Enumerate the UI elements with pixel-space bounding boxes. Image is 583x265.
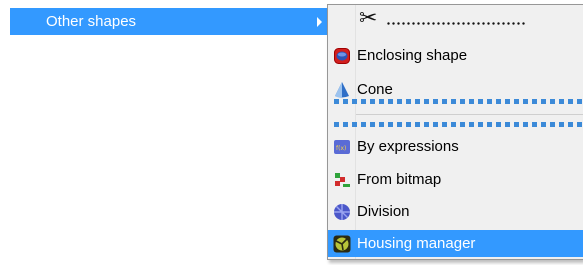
cone-icon xyxy=(335,82,349,98)
menu-item-label: By expressions xyxy=(357,138,459,155)
menu-item-other-shapes[interactable]: Other shapes xyxy=(10,8,327,35)
other-shapes-submenu: ✂ Enclosing shape Cone f(x) By expressio… xyxy=(327,4,583,260)
tearoff-bar[interactable]: ✂ xyxy=(328,5,583,35)
menu-item-housing-manager[interactable]: Housing manager xyxy=(328,230,583,257)
menu-item-by-expressions[interactable]: f(x) By expressions xyxy=(328,133,583,160)
bitmap-icon xyxy=(335,173,350,187)
menu-item-label: Enclosing shape xyxy=(357,47,468,64)
submenu-arrow-icon xyxy=(317,17,322,27)
menu-item-division[interactable]: Division xyxy=(328,198,583,225)
enclosing-shape-icon xyxy=(334,48,350,64)
torn-edge-bottom xyxy=(334,99,583,104)
tearoff-dotted-line xyxy=(386,22,526,25)
division-icon xyxy=(334,204,350,220)
housing-manager-icon xyxy=(333,235,351,253)
menu-item-from-bitmap[interactable]: From bitmap xyxy=(328,166,583,193)
menu-item-label: From bitmap xyxy=(357,171,442,188)
menu-item-label: Cone xyxy=(357,81,393,98)
svg-text:f(x): f(x) xyxy=(336,145,346,152)
scissors-icon: ✂ xyxy=(359,5,378,30)
menu-item-label: Housing manager xyxy=(357,235,476,252)
menu-separator xyxy=(356,114,583,115)
menu-item-label: Division xyxy=(357,203,410,220)
torn-edge-top xyxy=(334,122,583,127)
expressions-icon: f(x) xyxy=(334,140,350,154)
menu-item-enclosing-shape[interactable]: Enclosing shape xyxy=(328,42,583,69)
menu-item-other-shapes-label: Other shapes xyxy=(46,13,137,30)
